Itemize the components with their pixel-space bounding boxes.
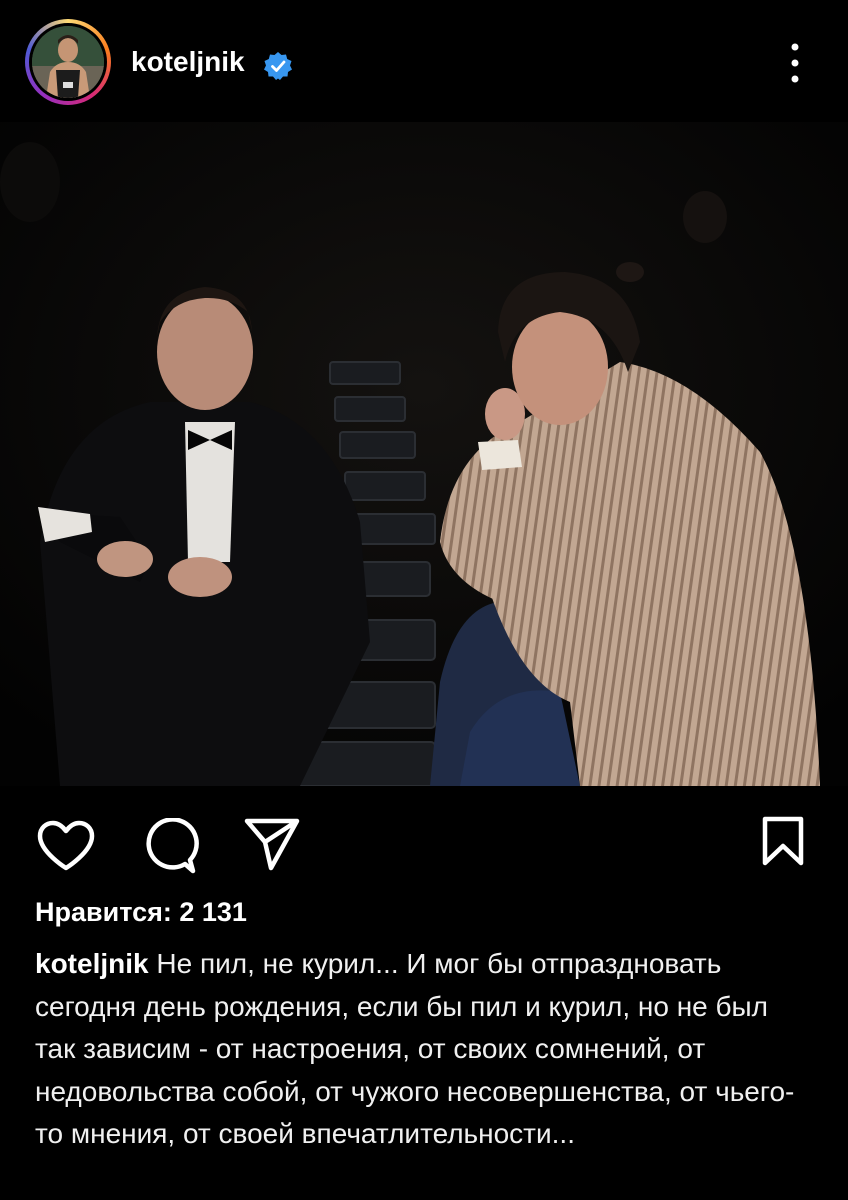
send-icon[interactable] xyxy=(243,816,301,872)
caption-text: Не пил, не курил... И мог бы отпразднова… xyxy=(35,948,795,1149)
post-photo[interactable] xyxy=(0,122,848,786)
post-image xyxy=(0,122,848,786)
heart-icon[interactable] xyxy=(36,820,96,872)
action-bar xyxy=(0,786,848,876)
likes-count[interactable]: Нравится: 2 131 xyxy=(35,897,247,928)
verified-badge-icon xyxy=(264,52,292,80)
comment-icon[interactable] xyxy=(141,818,199,876)
caption-username[interactable]: koteljnik xyxy=(35,948,149,979)
post-header: koteljnik xyxy=(0,0,848,122)
avatar-photo xyxy=(32,26,104,98)
post-caption: koteljnik Не пил, не курил... И мог бы о… xyxy=(35,943,815,1156)
avatar[interactable] xyxy=(25,19,111,105)
bookmark-icon[interactable] xyxy=(761,816,805,866)
more-options-icon[interactable] xyxy=(783,41,807,85)
username[interactable]: koteljnik xyxy=(131,46,245,78)
